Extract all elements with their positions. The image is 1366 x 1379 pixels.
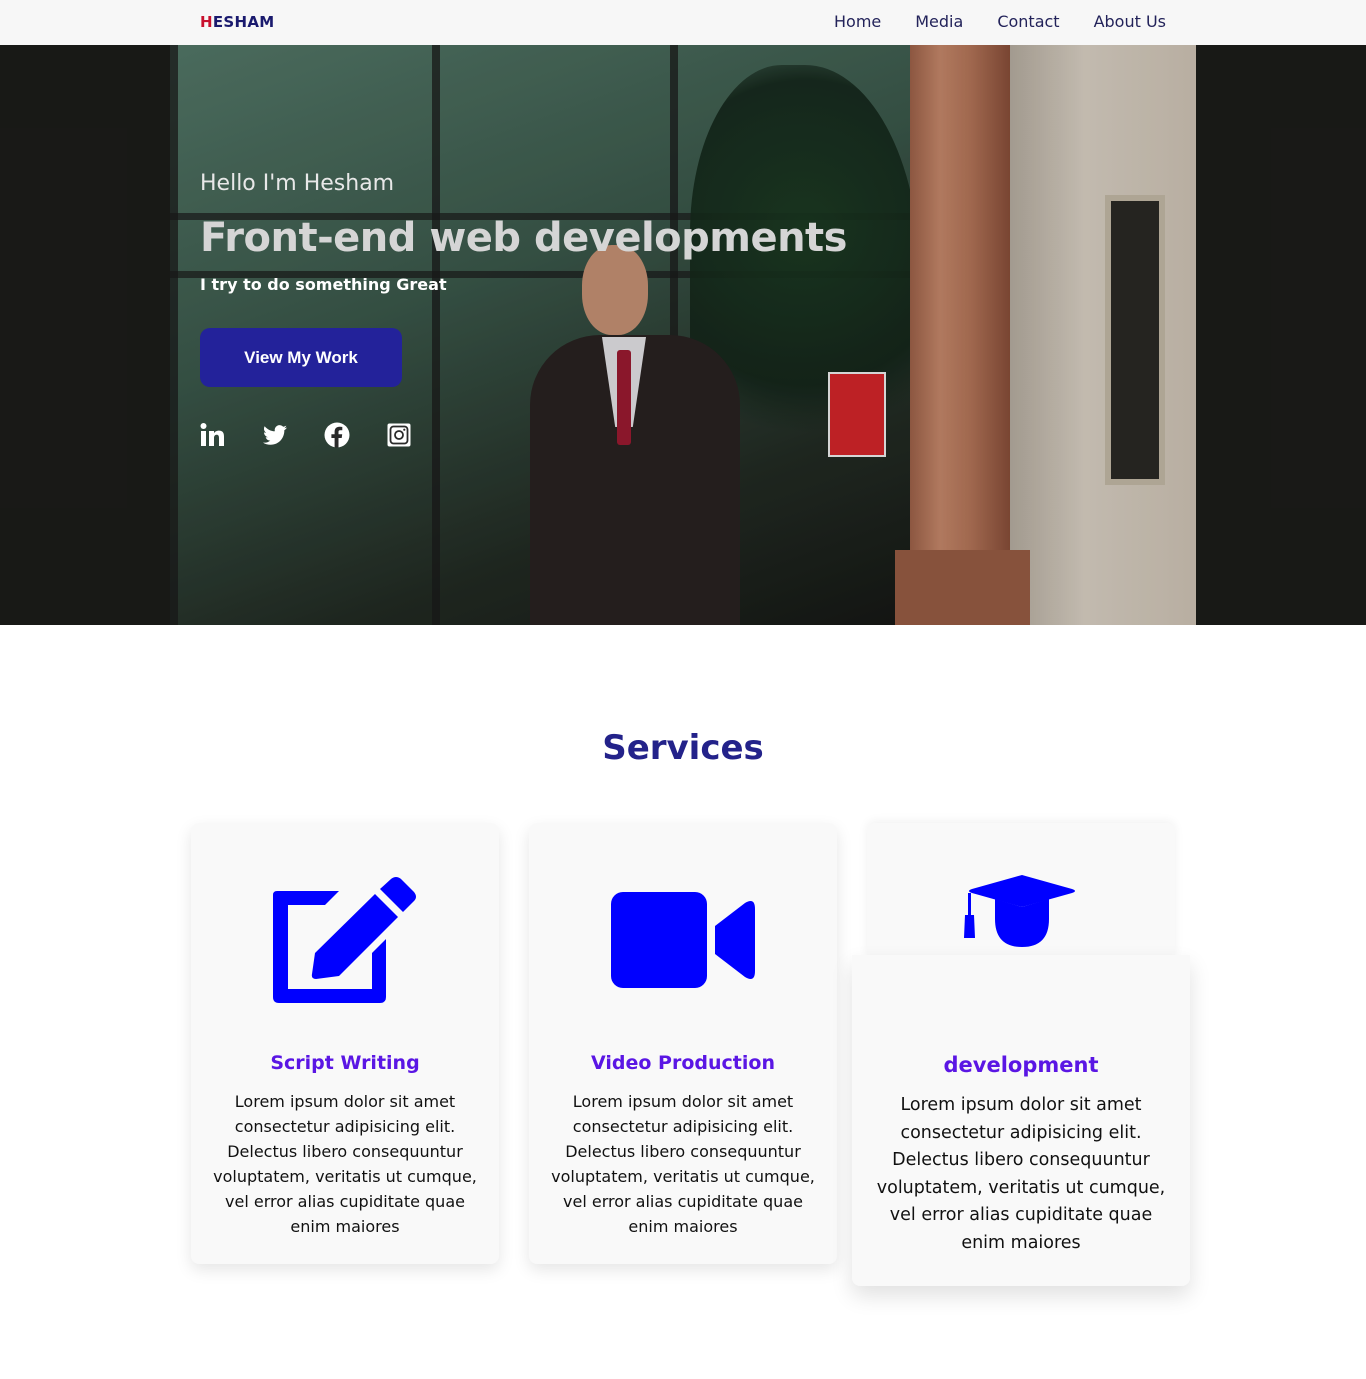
service-card-title: development xyxy=(943,1053,1099,1077)
hero-tagline: I try to do something Great xyxy=(200,275,447,294)
hero-title: Front-end web developments xyxy=(200,215,847,261)
brand-logo-initial: H xyxy=(200,13,213,31)
service-card-text: Lorem ipsum dolor sit amet consectetur a… xyxy=(551,1092,815,1236)
video-camera-icon xyxy=(611,892,755,988)
services-title: Services xyxy=(602,728,764,768)
social-links xyxy=(200,422,412,448)
nav-link-contact[interactable]: Contact xyxy=(997,12,1059,31)
service-card-video-production: Video Production Lorem ipsum dolor sit a… xyxy=(529,823,837,1264)
nav-link-home[interactable]: Home xyxy=(834,12,881,31)
nav-link-about-us[interactable]: About Us xyxy=(1094,12,1166,31)
edit-icon xyxy=(273,877,416,1003)
nav-link-media[interactable]: Media xyxy=(915,12,963,31)
hero-greeting: Hello I'm Hesham xyxy=(200,171,395,196)
service-card-text: Lorem ipsum dolor sit amet consectetur a… xyxy=(876,1095,1166,1253)
service-card-title: Script Writing xyxy=(270,1052,420,1074)
twitter-icon[interactable] xyxy=(262,422,288,448)
brand-logo-rest: ESHAM xyxy=(212,13,275,31)
navbar: HESHAM Home Media Contact About Us xyxy=(0,0,1366,45)
service-card-title: Video Production xyxy=(591,1052,775,1074)
main-nav: Home Media Contact About Us xyxy=(834,12,1166,31)
service-card-development-top xyxy=(867,823,1175,999)
facebook-icon[interactable] xyxy=(324,422,350,448)
view-my-work-button[interactable]: View My Work xyxy=(200,328,402,387)
service-card-text: Lorem ipsum dolor sit amet consectetur a… xyxy=(213,1092,477,1236)
hero-section: Hello I'm Hesham Front-end web developme… xyxy=(0,45,1366,625)
instagram-icon[interactable] xyxy=(386,422,412,448)
service-card-development: development Lorem ipsum dolor sit amet c… xyxy=(852,955,1190,1286)
linkedin-icon[interactable] xyxy=(200,422,226,448)
service-card-script-writing: Script Writing Lorem ipsum dolor sit ame… xyxy=(191,823,499,1264)
brand-logo[interactable]: HESHAM xyxy=(200,13,275,31)
